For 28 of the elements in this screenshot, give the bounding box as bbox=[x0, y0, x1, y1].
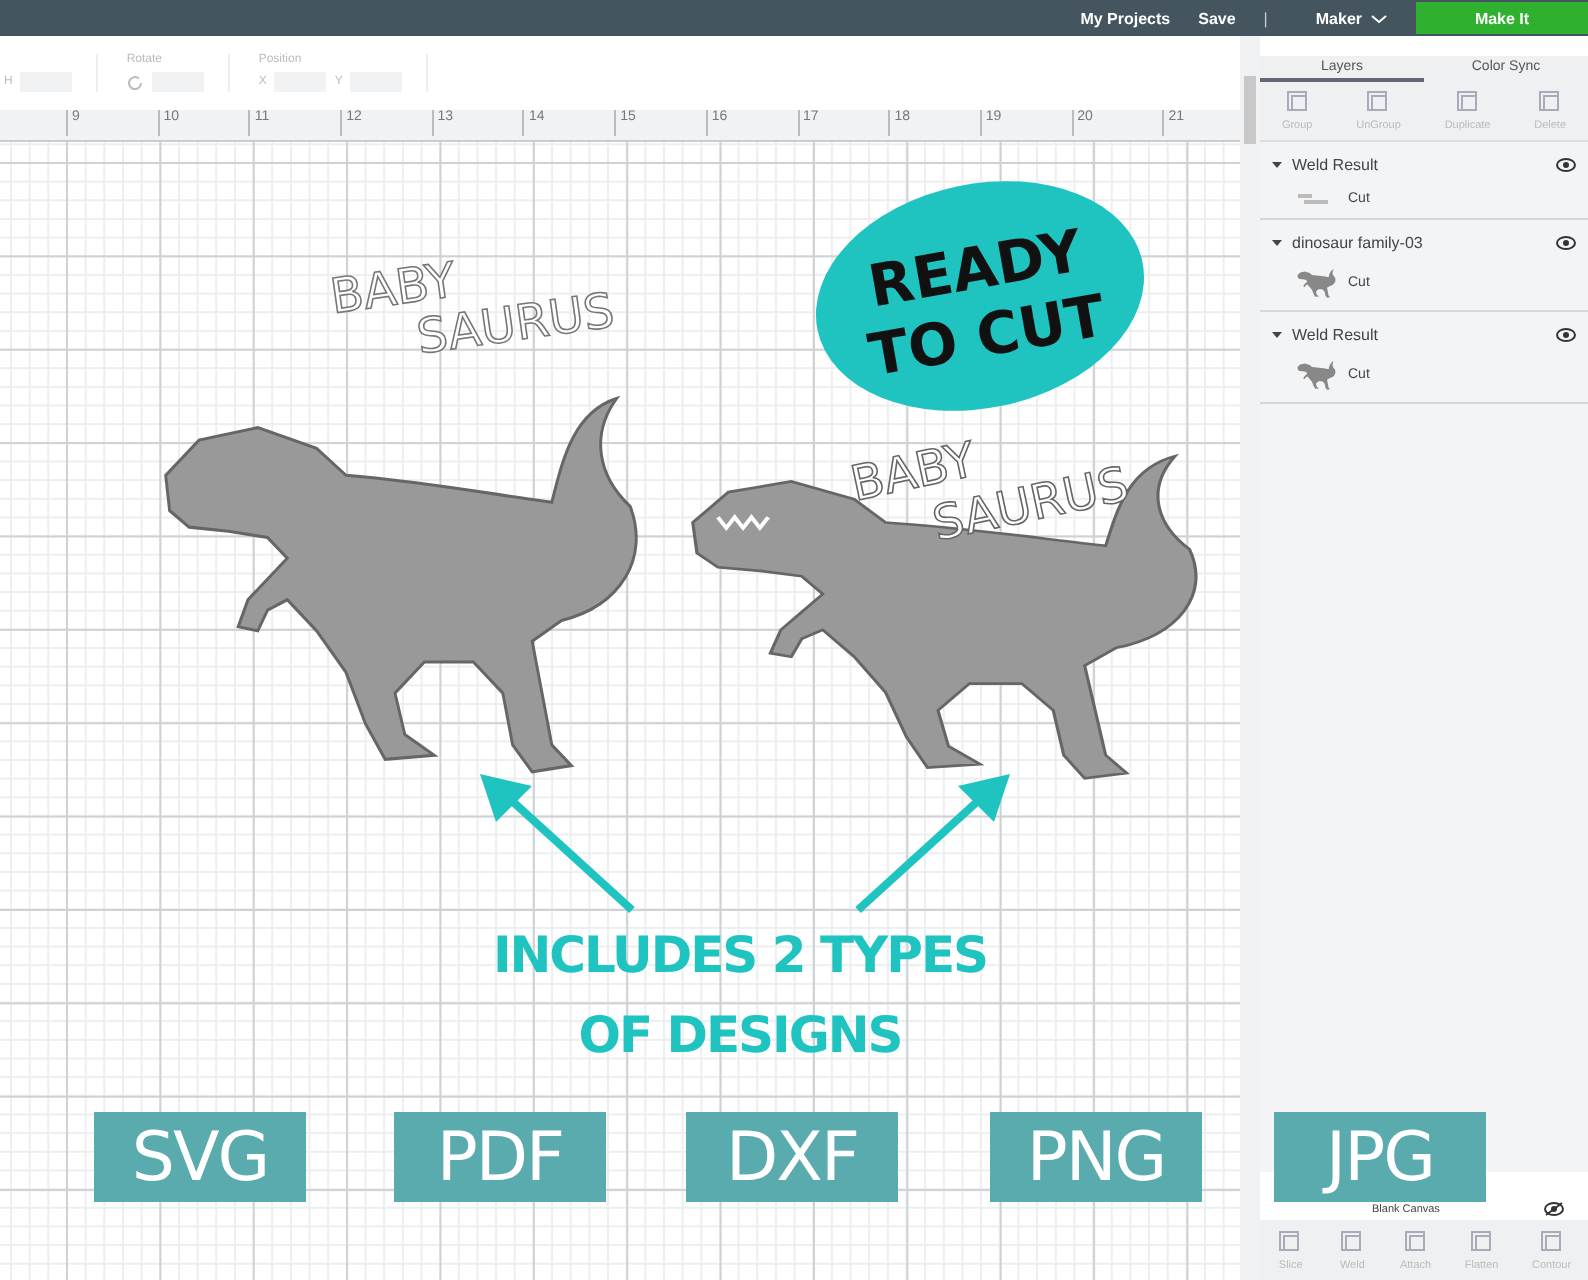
nav-link[interactable]: My Projects bbox=[1080, 9, 1171, 27]
chevron-down-icon[interactable] bbox=[1370, 13, 1388, 23]
caret-down-icon[interactable] bbox=[1272, 159, 1282, 169]
dinosaur-thumbnail-icon bbox=[1296, 268, 1336, 298]
eye-icon[interactable] bbox=[1556, 235, 1576, 249]
eye-icon[interactable] bbox=[1556, 327, 1576, 341]
format-badge: PNG bbox=[990, 1112, 1202, 1202]
caption-text: OF DESIGNS bbox=[576, 1006, 904, 1064]
dinosaur-thumbnail-icon bbox=[1296, 360, 1336, 390]
nav-link[interactable]: Save bbox=[1198, 9, 1236, 27]
design-text: BABY SAURUS bbox=[320, 226, 620, 366]
separator-text: | bbox=[1263, 9, 1268, 27]
format-badge: PDF bbox=[394, 1112, 606, 1202]
layer-name[interactable]: dinosaur family-03 bbox=[1292, 233, 1546, 251]
eye-crossed-icon[interactable] bbox=[1544, 1202, 1564, 1216]
rotate-icon bbox=[126, 73, 145, 91]
caption-text: INCLUDES 2 TYPES bbox=[490, 926, 990, 984]
caret-down-icon[interactable] bbox=[1272, 237, 1282, 247]
machine-label[interactable]: Maker bbox=[1315, 9, 1362, 27]
format-badge: DXF bbox=[686, 1112, 898, 1202]
layer-name[interactable]: Weld Result bbox=[1292, 155, 1546, 173]
layer-name[interactable]: Weld Result bbox=[1292, 325, 1546, 343]
caret-down-icon[interactable] bbox=[1272, 329, 1282, 339]
design-text: BABY SAURUS bbox=[840, 392, 1140, 552]
format-badge: SVG bbox=[94, 1112, 306, 1202]
eye-icon[interactable] bbox=[1556, 157, 1576, 171]
scrollbar[interactable] bbox=[1240, 36, 1260, 1280]
format-badge: JPG bbox=[1274, 1112, 1486, 1202]
